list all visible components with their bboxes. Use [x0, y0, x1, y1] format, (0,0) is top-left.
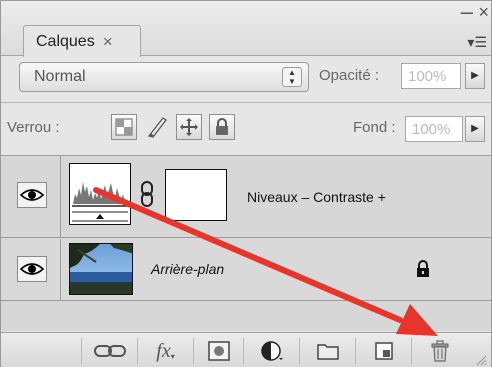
- opacity-arrow-icon[interactable]: ▶: [465, 63, 485, 89]
- minimize-icon[interactable]: –: [461, 1, 473, 23]
- tab-close-icon[interactable]: ×: [103, 32, 113, 52]
- blend-mode-select[interactable]: Normal ▲ ▼: [19, 62, 309, 92]
- tab-label: Calques: [36, 32, 95, 50]
- layer-name[interactable]: Niveaux – Contraste +: [247, 189, 386, 205]
- layer-row-arriere-plan[interactable]: Arrière-plan: [1, 239, 491, 301]
- lock-label: Verrou :: [7, 119, 60, 136]
- padlock-icon: [415, 260, 431, 278]
- transparency-lock-icon[interactable]: [111, 114, 137, 140]
- panel-footer: fx ▾: [1, 332, 491, 367]
- blend-mode-stepper-icon[interactable]: ▲ ▼: [282, 67, 302, 87]
- link-layers-icon[interactable]: [81, 338, 137, 364]
- opacity-label: Opacité :: [319, 67, 380, 84]
- layer-name[interactable]: Arrière-plan: [151, 261, 224, 277]
- padlock-icon[interactable]: [209, 114, 235, 140]
- fill-arrow-icon[interactable]: ▶: [465, 116, 485, 142]
- panel-menu-icon[interactable]: ▾☰: [467, 34, 487, 51]
- photo-thumbnail[interactable]: [69, 243, 133, 295]
- levels-thumbnail-icon[interactable]: [69, 163, 131, 225]
- divider: [1, 102, 491, 103]
- adjustment-layer-icon[interactable]: [243, 338, 299, 364]
- add-mask-icon[interactable]: [193, 338, 243, 364]
- layer-row-niveaux[interactable]: Niveaux – Contraste +: [1, 156, 491, 238]
- panel-header: Calques × – × ▾☰: [1, 1, 491, 57]
- lock-row: Verrou : Fond : 100% ▶: [1, 104, 491, 154]
- opacity-input[interactable]: 100%: [401, 63, 461, 89]
- blend-mode-value: Normal: [34, 68, 86, 85]
- new-layer-icon[interactable]: [355, 338, 411, 364]
- eye-icon[interactable]: [17, 182, 47, 208]
- fx-icon: fx: [156, 339, 171, 362]
- visibility-cell: [1, 239, 61, 300]
- brush-lock-icon[interactable]: [144, 114, 170, 140]
- new-group-icon[interactable]: [299, 338, 355, 364]
- eye-icon[interactable]: [17, 256, 47, 282]
- resize-grip-icon[interactable]: [475, 353, 487, 366]
- fill-input[interactable]: 100%: [405, 116, 463, 142]
- move-lock-icon[interactable]: [176, 114, 202, 140]
- fill-label: Fond :: [353, 119, 396, 136]
- layers-list: Niveaux – Contraste + Arrière-plan: [1, 156, 491, 331]
- close-icon[interactable]: ×: [478, 3, 489, 21]
- layer-mask-thumbnail[interactable]: [165, 169, 227, 221]
- chain-link-icon[interactable]: [140, 181, 154, 207]
- tab-calques[interactable]: Calques ×: [23, 25, 141, 57]
- trash-icon[interactable]: [411, 338, 467, 364]
- visibility-cell: [1, 156, 61, 237]
- layers-panel: Calques × – × ▾☰ Normal ▲ ▼ Opacité : 100…: [0, 0, 492, 367]
- blend-row: Normal ▲ ▼ Opacité : 100% ▶: [1, 57, 491, 101]
- fx-button[interactable]: fx ▾: [137, 338, 193, 364]
